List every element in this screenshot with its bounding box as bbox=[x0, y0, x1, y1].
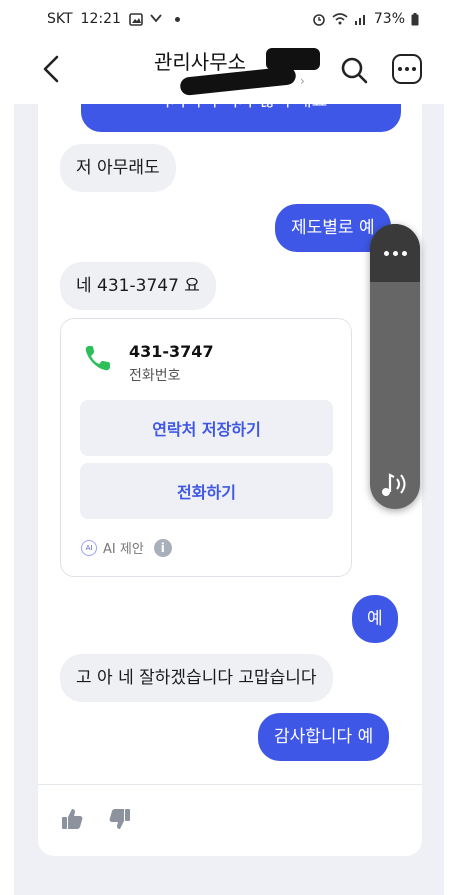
more-icon bbox=[383, 250, 389, 256]
back-icon bbox=[43, 55, 59, 83]
more-icon-dot bbox=[412, 67, 416, 71]
contact-number: 431-3747 bbox=[129, 342, 214, 361]
divider bbox=[38, 784, 422, 785]
more-icon-dot bbox=[405, 67, 409, 71]
more-button[interactable] bbox=[392, 54, 422, 84]
search-button[interactable] bbox=[338, 54, 370, 86]
missed-call-icon bbox=[150, 13, 162, 22]
message-bubble-outgoing: 감사합니다 예 bbox=[258, 713, 390, 761]
ai-suggestion-row: AI AI 제안 i bbox=[81, 538, 172, 557]
notification-icons bbox=[129, 12, 180, 26]
message-bubble-incoming: 저 아무래도 bbox=[60, 144, 176, 192]
sound-icon[interactable] bbox=[380, 470, 410, 498]
save-contact-button[interactable]: 연락처 저장하기 bbox=[80, 400, 333, 456]
ai-suggestion-label: AI 제안 bbox=[103, 542, 144, 557]
signal-icon bbox=[354, 15, 365, 25]
message-bubble-incoming: 고 아 네 잘하겠습니다 고맙습니다 bbox=[60, 654, 333, 702]
dot-icon bbox=[174, 16, 180, 22]
panel-menu-button[interactable] bbox=[370, 224, 420, 282]
status-bar: SKT 12:21 73% bbox=[0, 0, 459, 38]
message-bubble-outgoing: 여기서 우리가 많이 해요 bbox=[81, 104, 401, 132]
floating-audio-panel[interactable] bbox=[370, 224, 420, 509]
wifi-icon bbox=[332, 13, 348, 25]
alarm-icon bbox=[313, 14, 325, 26]
status-left: SKT 12:21 bbox=[47, 11, 180, 27]
phone-icon bbox=[85, 346, 110, 371]
ai-icon: AI bbox=[81, 539, 97, 556]
more-icon-dot bbox=[401, 250, 407, 256]
chat-area[interactable]: 여기서 우리가 많이 해요 저 아무래도 제도별로 예 네 431-3747 요… bbox=[38, 104, 422, 856]
chat-header: 관리사무소 › bbox=[14, 38, 444, 104]
more-icon-dot bbox=[392, 250, 398, 256]
thumbs-up-icon[interactable] bbox=[60, 807, 84, 831]
page-title[interactable]: 관리사무소 bbox=[154, 46, 246, 75]
battery-icon bbox=[411, 12, 419, 25]
status-right: 73% bbox=[312, 11, 419, 27]
info-icon[interactable]: i bbox=[153, 538, 172, 557]
message-bubble-outgoing: 예 bbox=[352, 595, 398, 643]
call-button[interactable]: 전화하기 bbox=[80, 463, 333, 519]
clock: 12:21 bbox=[80, 11, 121, 27]
contact-card: 431-3747 전화번호 연락처 저장하기 전화하기 AI AI 제안 i bbox=[60, 318, 352, 577]
back-button[interactable] bbox=[36, 52, 66, 86]
search-icon bbox=[341, 57, 368, 84]
message-bubble-incoming: 네 431-3747 요 bbox=[60, 262, 216, 310]
contact-label: 전화번호 bbox=[129, 368, 181, 384]
battery-text: 73% bbox=[373, 11, 405, 27]
chevron-right-icon: › bbox=[300, 74, 305, 88]
more-icon bbox=[398, 67, 402, 71]
carrier-label: SKT bbox=[47, 11, 73, 27]
image-icon bbox=[129, 12, 143, 26]
redaction-mark bbox=[266, 48, 320, 70]
thumbs-down-icon[interactable] bbox=[108, 807, 132, 831]
